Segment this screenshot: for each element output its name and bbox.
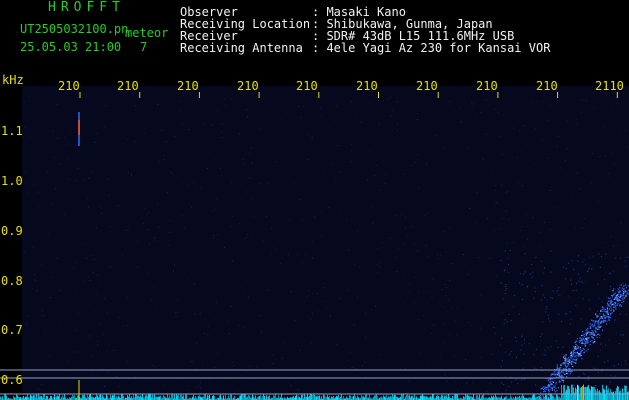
count-label: 7 (140, 40, 148, 54)
freq-tick-label: 0.6 (1, 373, 23, 387)
frequency-unit-label: kHz (2, 73, 24, 87)
time-tick-label: 210 (356, 79, 378, 93)
time-tick-label: 210 (177, 79, 199, 93)
freq-tick-label: 0.8 (1, 274, 23, 288)
time-tick-label: 210 (536, 79, 558, 93)
antenna-value: : 4ele Yagi Az 230 for Kansai VOR (312, 41, 551, 55)
time-tick-label: 210 (296, 79, 318, 93)
mode-label: meteor (125, 26, 169, 40)
time-tick-label: 210 (237, 79, 259, 93)
datetime-label: 25.05.03 21:00 (20, 40, 122, 54)
time-tick-label: 210 (416, 79, 438, 93)
freq-tick-label: 0.7 (1, 323, 23, 337)
filename-label: UT2505032100.pn (20, 22, 129, 36)
freq-tick-label: 0.9 (1, 224, 23, 238)
time-tick-label: 2110 (595, 79, 624, 93)
time-tick-label: 210 (117, 79, 139, 93)
time-tick-label: 210 (58, 79, 80, 93)
freq-tick-label: 1.0 (1, 174, 23, 188)
spectrogram (0, 0, 629, 400)
time-tick-label: 210 (476, 79, 498, 93)
antenna-label: Receiving Antenna (180, 41, 303, 55)
app-brand: HROFFT (48, 0, 125, 15)
freq-tick-label: 1.1 (1, 124, 23, 138)
spectrogram-plot-area (22, 86, 629, 400)
